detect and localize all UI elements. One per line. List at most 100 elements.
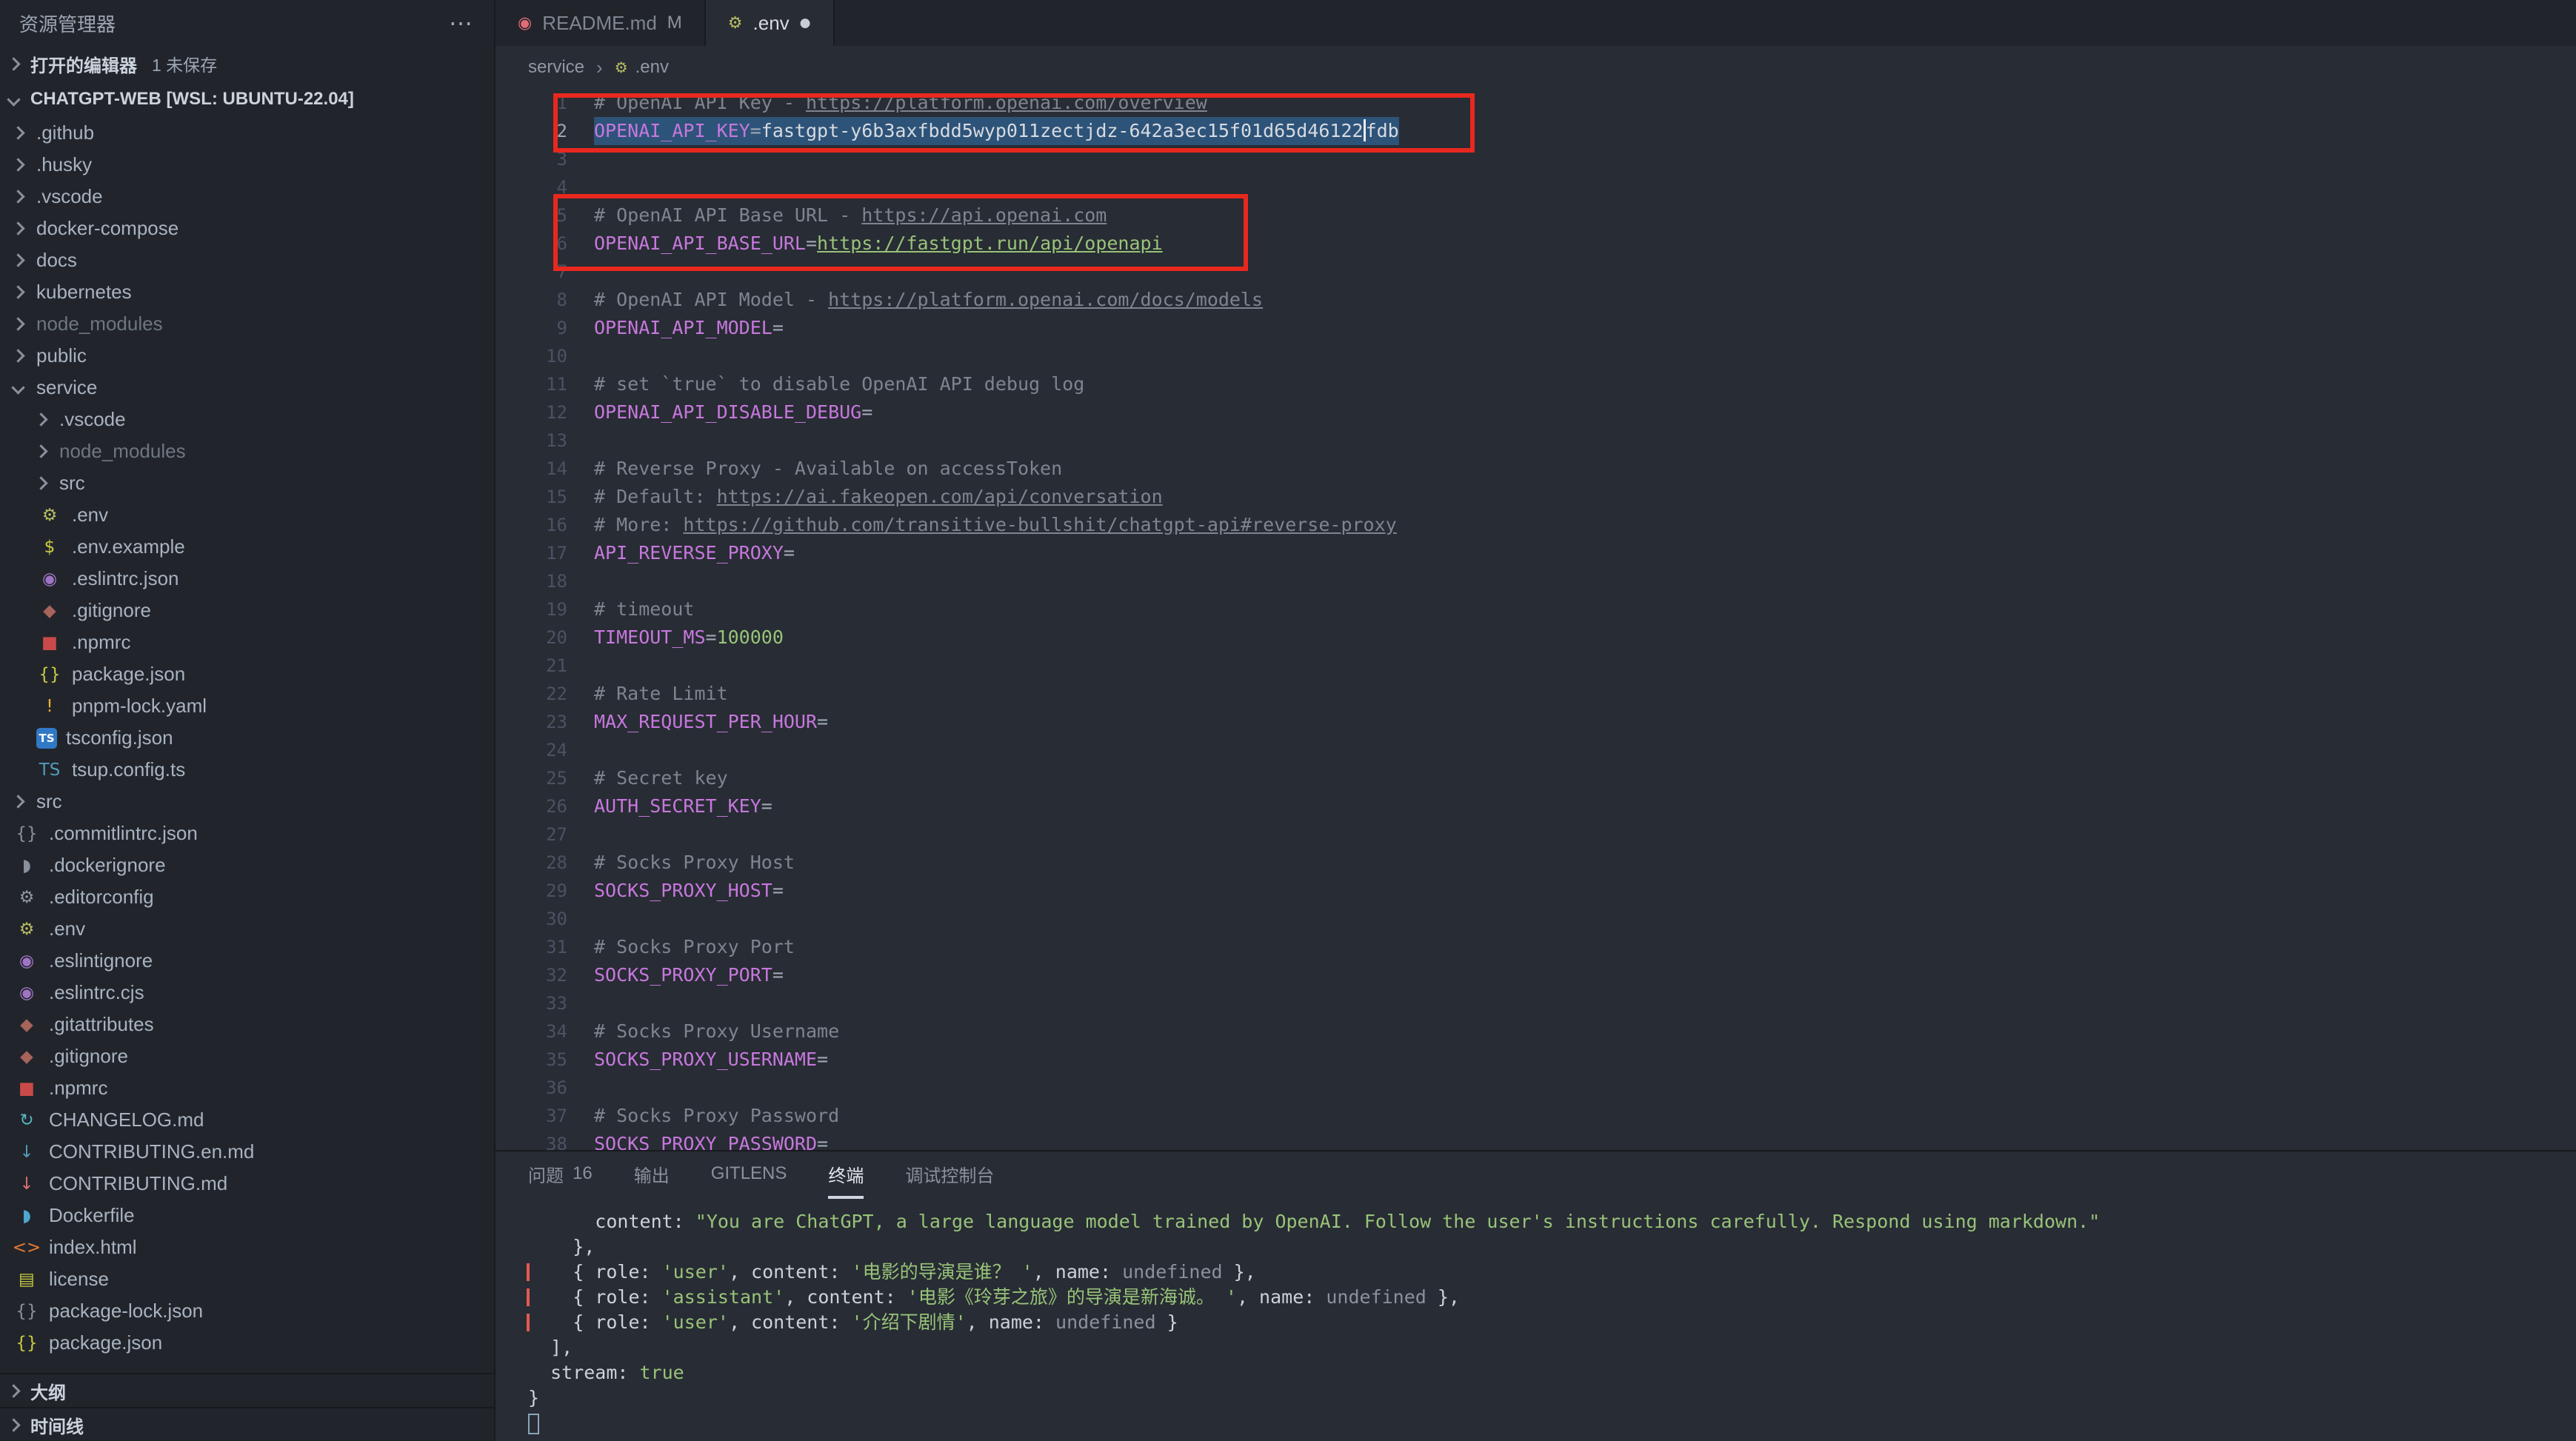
tree-file-.eslintignore[interactable]: ◉.eslintignore — [0, 945, 494, 977]
tree-file-.gitignore[interactable]: ◆.gitignore — [0, 1040, 494, 1072]
tree-folder-.vscode[interactable]: .vscode — [0, 181, 494, 213]
line-content: # Reverse Proxy - Available on accessTok… — [594, 455, 1062, 483]
code-line-12[interactable]: 12OPENAI_API_DISABLE_DEBUG= — [495, 398, 2576, 427]
tree-file-.npmrc[interactable]: ■.npmrc — [0, 626, 494, 658]
tree-file-Dockerfile[interactable]: ◗Dockerfile — [0, 1200, 494, 1231]
code-line-19[interactable]: 19# timeout — [495, 595, 2576, 623]
code-line-37[interactable]: 37# Socks Proxy Password — [495, 1102, 2576, 1130]
code-line-21[interactable]: 21 — [495, 652, 2576, 680]
tree-file-package.json[interactable]: {}package.json — [0, 658, 494, 690]
tree-file-pnpm-lock.yaml[interactable]: !pnpm-lock.yaml — [0, 690, 494, 722]
code-line-28[interactable]: 28# Socks Proxy Host — [495, 849, 2576, 877]
tree-file-package.json[interactable]: {}package.json — [0, 1327, 494, 1359]
tree-folder-.github[interactable]: .github — [0, 117, 494, 149]
code-line-23[interactable]: 23MAX_REQUEST_PER_HOUR= — [495, 708, 2576, 736]
code-line-24[interactable]: 24 — [495, 736, 2576, 764]
tree-file-.eslintrc.json[interactable]: ◉.eslintrc.json — [0, 563, 494, 595]
more-actions-icon[interactable]: ⋯ — [449, 9, 475, 37]
open-editors-section[interactable]: 打开的编辑器 1 未保存 — [0, 46, 494, 81]
code-line-18[interactable]: 18 — [495, 567, 2576, 595]
tree-file-index.html[interactable]: <>index.html — [0, 1231, 494, 1263]
code-line-30[interactable]: 30 — [495, 905, 2576, 933]
tree-file-tsconfig.json[interactable]: TStsconfig.json — [0, 722, 494, 754]
code-line-29[interactable]: 29SOCKS_PROXY_HOST= — [495, 877, 2576, 905]
panel-tab-终端[interactable]: 终端 — [828, 1151, 864, 1199]
tree-file-package-lock.json[interactable]: {}package-lock.json — [0, 1295, 494, 1327]
tree-file-.env[interactable]: ⚙.env — [0, 499, 494, 531]
timeline-section[interactable]: 时间线 — [0, 1407, 494, 1441]
code-line-35[interactable]: 35SOCKS_PROXY_USERNAME= — [495, 1046, 2576, 1074]
code-line-15[interactable]: 15# Default: https://ai.fakeopen.com/api… — [495, 483, 2576, 511]
tree-file-.dockerignore[interactable]: ◗.dockerignore — [0, 849, 494, 881]
code-line-4[interactable]: 4 — [495, 173, 2576, 201]
tree-item-label: public — [36, 344, 87, 367]
code-line-7[interactable]: 7 — [495, 258, 2576, 286]
tree-file-tsup.config.ts[interactable]: TStsup.config.ts — [0, 754, 494, 786]
tree-folder-src[interactable]: src — [0, 786, 494, 818]
chevron-down-icon — [11, 381, 24, 394]
tree-file-.editorconfig[interactable]: ⚙.editorconfig — [0, 881, 494, 913]
code-line-6[interactable]: 6OPENAI_API_BASE_URL=https://fastgpt.run… — [495, 230, 2576, 258]
tree-folder-.husky[interactable]: .husky — [0, 149, 494, 181]
editor-tab-README.md[interactable]: ◉README.mdM — [495, 0, 706, 46]
tree-file-.npmrc[interactable]: ■.npmrc — [0, 1072, 494, 1104]
tree-file-CONTRIBUTING.en.md[interactable]: ↓CONTRIBUTING.en.md — [0, 1136, 494, 1168]
tree-folder-docker-compose[interactable]: docker-compose — [0, 213, 494, 244]
code-line-1[interactable]: 1# OpenAI API Key - https://platform.ope… — [495, 89, 2576, 117]
tree-file-.eslintrc.cjs[interactable]: ◉.eslintrc.cjs — [0, 977, 494, 1009]
code-line-32[interactable]: 32SOCKS_PROXY_PORT= — [495, 961, 2576, 989]
tree-folder-src[interactable]: src — [0, 467, 494, 499]
panel-tab-问题[interactable]: 问题16 — [528, 1151, 593, 1199]
code-line-33[interactable]: 33 — [495, 989, 2576, 1017]
tree-folder-docs[interactable]: docs — [0, 244, 494, 276]
tree-file-.gitignore[interactable]: ◆.gitignore — [0, 595, 494, 626]
chevron-right-icon — [34, 476, 47, 489]
code-line-22[interactable]: 22# Rate Limit — [495, 680, 2576, 708]
code-line-25[interactable]: 25# Secret key — [495, 764, 2576, 792]
workspace-label: CHATGPT-WEB [WSL: UBUNTU-22.04] — [30, 89, 354, 110]
tree-file-CONTRIBUTING.md[interactable]: ↓CONTRIBUTING.md — [0, 1168, 494, 1200]
outline-section[interactable]: 大纲 — [0, 1373, 494, 1407]
tree-folder-node_modules[interactable]: node_modules — [0, 435, 494, 467]
code-line-16[interactable]: 16# More: https://github.com/transitive-… — [495, 511, 2576, 539]
code-line-2[interactable]: 2OPENAI_API_KEY=fastgpt-y6b3axfbdd5wyp01… — [495, 117, 2576, 145]
code-line-26[interactable]: 26AUTH_SECRET_KEY= — [495, 792, 2576, 820]
code-line-36[interactable]: 36 — [495, 1074, 2576, 1102]
tree-file-.commitlintrc.json[interactable]: {}.commitlintrc.json — [0, 818, 494, 849]
panel-tab-GITLENS[interactable]: GITLENS — [711, 1151, 787, 1199]
code-line-27[interactable]: 27 — [495, 820, 2576, 849]
tree-file-.env[interactable]: ⚙.env — [0, 913, 494, 945]
tree-file-license[interactable]: ▤license — [0, 1263, 494, 1295]
code-line-31[interactable]: 31# Socks Proxy Port — [495, 933, 2576, 961]
tree-folder-kubernetes[interactable]: kubernetes — [0, 276, 494, 308]
code-line-5[interactable]: 5# OpenAI API Base URL - https://api.ope… — [495, 201, 2576, 230]
code-line-14[interactable]: 14# Reverse Proxy - Available on accessT… — [495, 455, 2576, 483]
tree-folder-.vscode[interactable]: .vscode — [0, 404, 494, 435]
tree-file-.gitattributes[interactable]: ◆.gitattributes — [0, 1009, 494, 1040]
panel-tab-输出[interactable]: 输出 — [634, 1151, 670, 1199]
code-line-13[interactable]: 13 — [495, 427, 2576, 455]
workspace-section[interactable]: CHATGPT-WEB [WSL: UBUNTU-22.04] — [0, 81, 494, 117]
tree-file-.env.example[interactable]: $.env.example — [0, 531, 494, 563]
tree-file-CHANGELOG.md[interactable]: ↻CHANGELOG.md — [0, 1104, 494, 1136]
breadcrumb-item-.env[interactable]: ⚙.env — [615, 57, 669, 78]
code-editor[interactable]: 1# OpenAI API Key - https://platform.ope… — [495, 89, 2576, 1150]
code-line-34[interactable]: 34# Socks Proxy Username — [495, 1017, 2576, 1046]
code-line-3[interactable]: 3 — [495, 145, 2576, 173]
code-line-17[interactable]: 17API_REVERSE_PROXY= — [495, 539, 2576, 567]
code-token: SOCKS_PROXY_PASSWORD — [594, 1133, 817, 1150]
code-line-38[interactable]: 38SOCKS_PROXY_PASSWORD= — [495, 1130, 2576, 1150]
tree-folder-node_modules[interactable]: node_modules — [0, 308, 494, 340]
code-line-10[interactable]: 10 — [495, 342, 2576, 370]
panel-tab-调试控制台[interactable]: 调试控制台 — [905, 1151, 994, 1199]
tree-folder-service[interactable]: service — [0, 372, 494, 404]
code-line-20[interactable]: 20TIMEOUT_MS=100000 — [495, 623, 2576, 652]
code-line-9[interactable]: 9OPENAI_API_MODEL= — [495, 314, 2576, 342]
tree-folder-public[interactable]: public — [0, 340, 494, 372]
code-line-11[interactable]: 11# set `true` to disable OpenAI API deb… — [495, 370, 2576, 398]
editor-tab-.env[interactable]: ⚙.env● — [706, 0, 835, 46]
code-line-8[interactable]: 8# OpenAI API Model - https://platform.o… — [495, 286, 2576, 314]
terminal-decoration-tick — [527, 1314, 530, 1331]
breadcrumb-item-service[interactable]: service — [528, 57, 584, 78]
terminal[interactable]: content: "You are ChatGPT, a large langu… — [495, 1199, 2576, 1441]
